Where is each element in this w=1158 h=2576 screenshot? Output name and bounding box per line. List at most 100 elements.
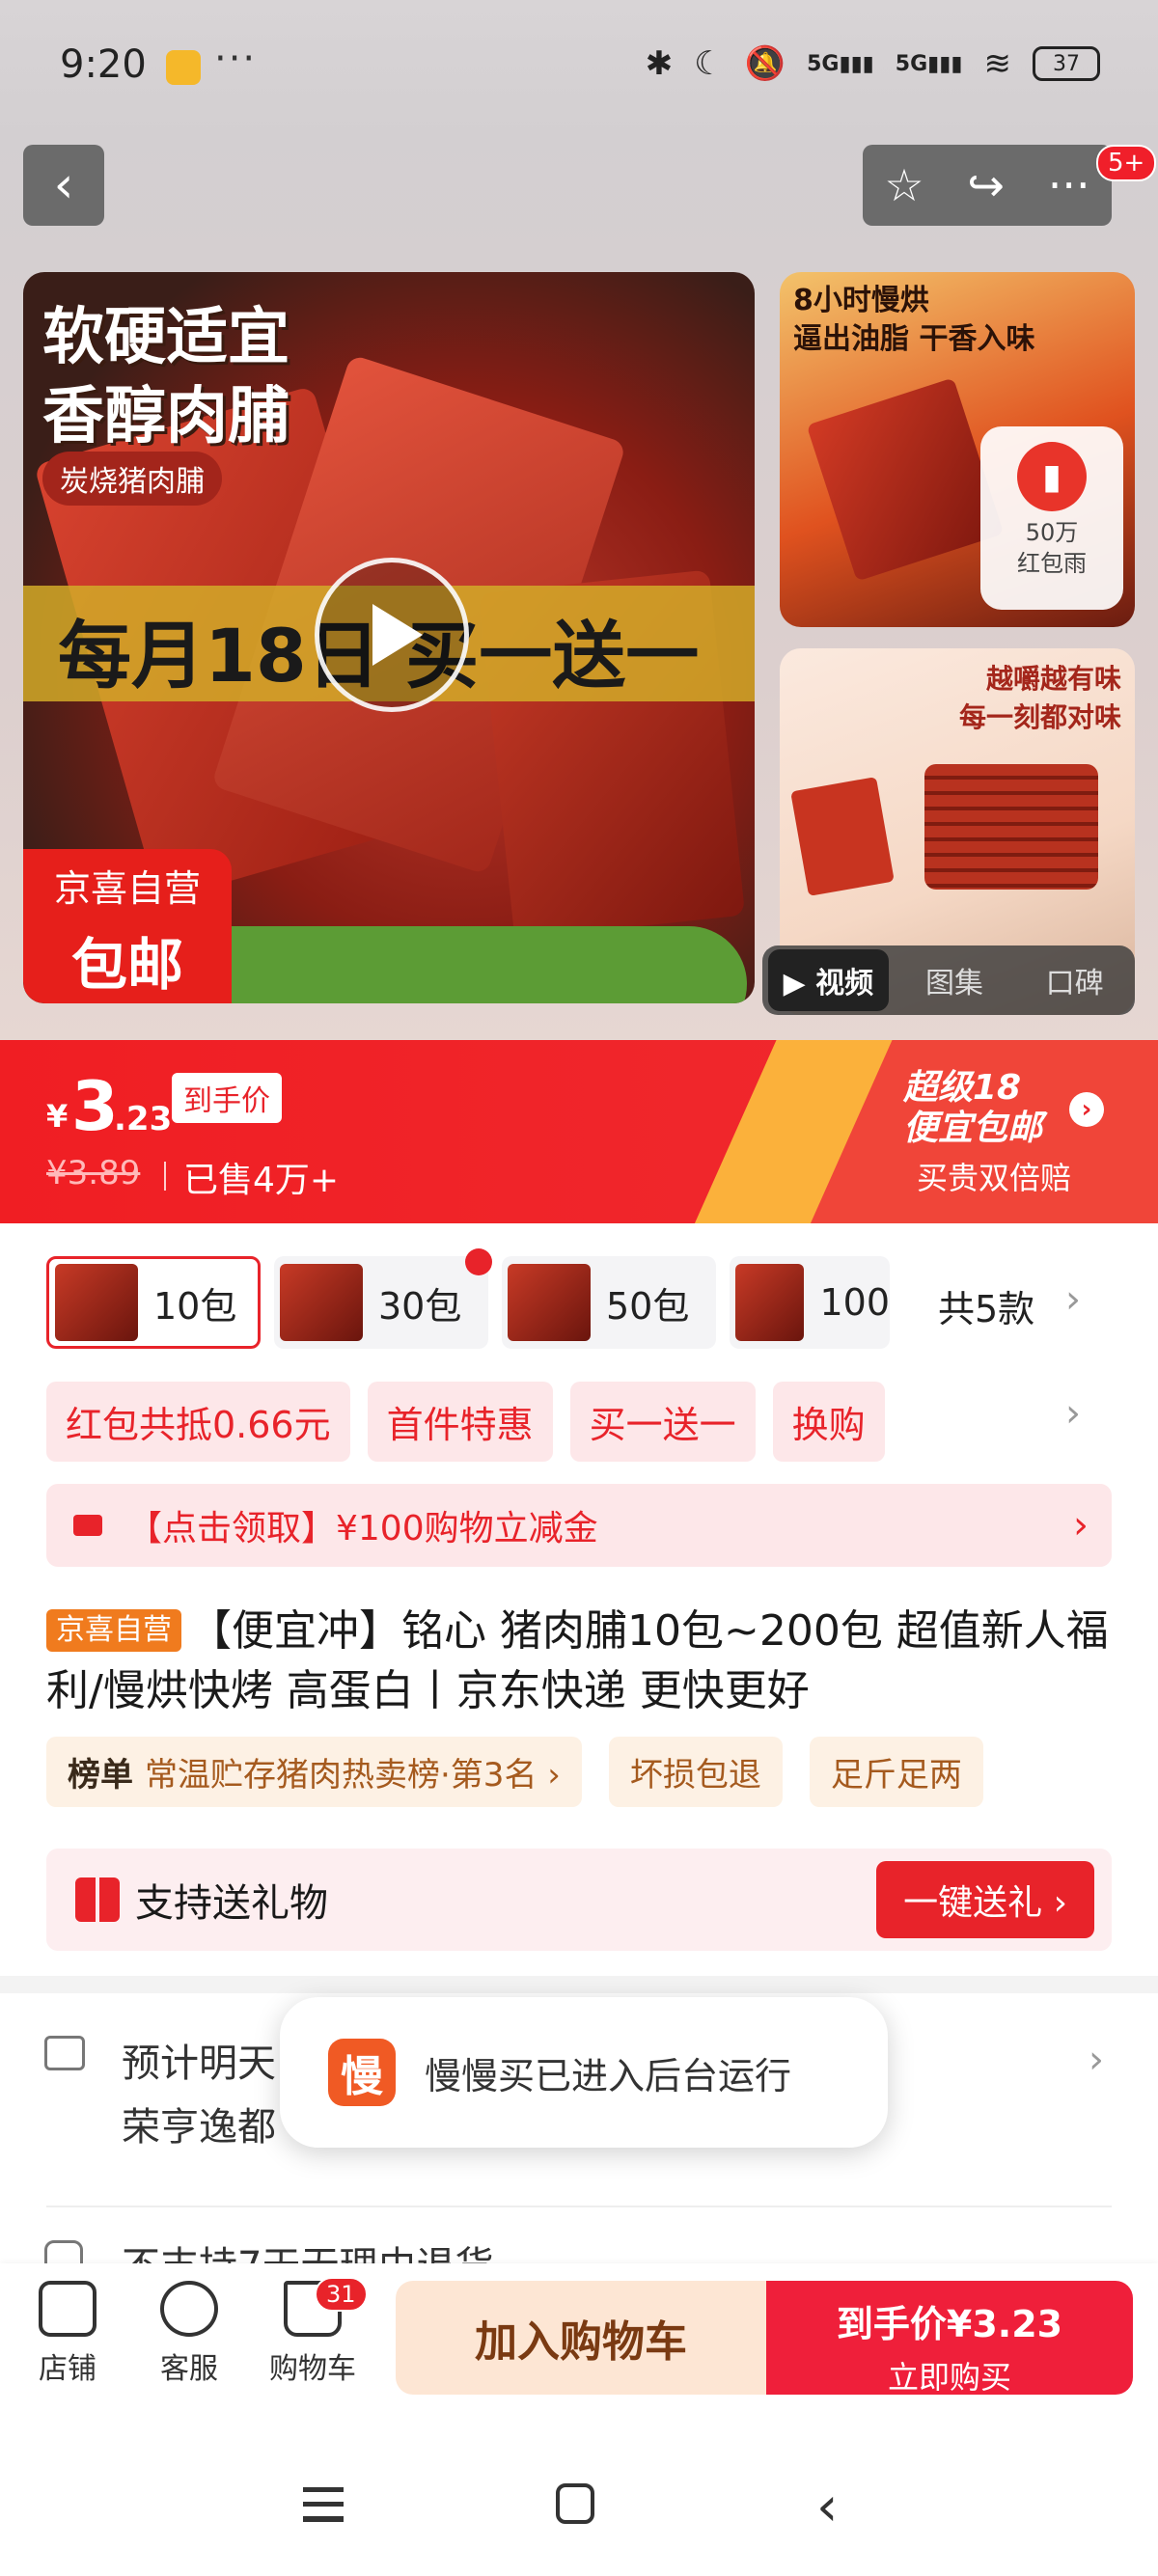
buy-label: 立即购买 (887, 2359, 1011, 2396)
signal-5g-icon: 5G▮▮▮ (895, 51, 963, 76)
side2-line2: 每一刻都对味 (958, 701, 1121, 733)
side2-line1: 越嚼越有味 (985, 663, 1121, 695)
service-tags: 榜单 常温贮存猪肉热卖榜·第3名 › 坏损包退 足斤足两 (46, 1737, 983, 1807)
customer-service-button[interactable]: 客服 (131, 2281, 247, 2387)
variant-thumbnail (280, 1264, 363, 1341)
variant-option[interactable]: 50包 (502, 1256, 716, 1349)
side-image-1[interactable]: 8小时慢烘 逼出油脂 干香入味 ▮ 50万 红包雨 (780, 272, 1135, 627)
gift-label: 支持送礼物 (135, 1881, 328, 1926)
ranking-text: 常温贮存猪肉热卖榜·第3名 › (145, 1756, 561, 1795)
play-icon (372, 604, 423, 666)
image-corner-badge: 京喜自营 包邮 (23, 849, 232, 1003)
store-icon (39, 2281, 96, 2337)
chevron-right-icon[interactable]: › (1065, 1277, 1081, 1322)
variant-option[interactable]: 10包 (46, 1256, 261, 1349)
status-icons: ✱ ☾ 🔕 5G▮▮▮ 5G▮▮▮ ≋ 37 (646, 44, 1100, 83)
badge-line2: 包邮 (70, 932, 183, 998)
back-icon[interactable]: ‹ (816, 2476, 838, 2538)
badge-line1: 京喜自营 (53, 867, 201, 910)
redpack-label: 红包雨 (1017, 550, 1087, 577)
variant-total[interactable]: 共5款 (938, 1279, 1034, 1332)
voucher-banner[interactable]: 【点击领取】¥100购物立减金 › (46, 1484, 1112, 1567)
buy-now-button[interactable]: 到手价¥3.23 立即购买 (766, 2281, 1133, 2396)
signal-5g-icon: 5G▮▮▮ (807, 51, 874, 76)
variant-thumbnail (55, 1264, 138, 1341)
variant-label: 100 (819, 1281, 890, 1324)
variant-label: 50包 (606, 1284, 690, 1328)
jerky-graphic (790, 777, 895, 896)
wifi-icon: ≋ (983, 44, 1012, 83)
status-time: 9:20 (60, 42, 147, 87)
side2-text: 越嚼越有味 每一刻都对味 (959, 660, 1121, 737)
header-actions: ☆ ↪ ··· (863, 145, 1112, 226)
bluetooth-icon: ✱ (645, 44, 674, 83)
red-packet-rain-widget[interactable]: ▮ 50万 红包雨 (980, 426, 1123, 610)
store-button[interactable]: 店铺 (10, 2281, 125, 2387)
notification-app-icon (166, 50, 201, 85)
truck-icon (44, 2036, 85, 2070)
coupon-chip[interactable]: 红包共抵0.66元 (46, 1382, 350, 1462)
cart-count-badge: 31 (315, 2277, 368, 2312)
more-options-icon[interactable]: ··· (1048, 159, 1090, 211)
variant-option[interactable]: 100 (730, 1256, 890, 1349)
side1-line2: 逼出油脂 干香入味 (793, 322, 1035, 356)
toast-text: 慢慢买已进入后台运行 (425, 2054, 792, 2097)
ranking-tag[interactable]: 榜单 常温贮存猪肉热卖榜·第3名 › (46, 1737, 582, 1807)
damage-refund-tag[interactable]: 坏损包退 (608, 1737, 783, 1807)
store-label: 店铺 (39, 2352, 96, 2386)
share-icon[interactable]: ↪ (967, 159, 1005, 211)
toast-notification: 慢 慢慢买已进入后台运行 (280, 1997, 888, 2148)
main-product-image[interactable]: 软硬适宜 香醇肉脯 炭烧猪肉脯 每月18日 买一送一 京喜自营 包邮 (23, 272, 755, 1003)
variant-option[interactable]: 30包 (274, 1256, 488, 1349)
divider (164, 1162, 166, 1191)
chevron-right-icon: › (1073, 1503, 1089, 1548)
tab-reviews[interactable]: 口碑 (1014, 959, 1135, 1001)
play-video-button[interactable] (315, 558, 469, 712)
battery-icon: 37 (1033, 46, 1100, 81)
mute-icon: 🔕 (744, 44, 786, 83)
delivery-estimate: 预计明天 (122, 2042, 276, 2086)
side1-line1: 8小时慢烘 (793, 284, 929, 317)
tab-video[interactable]: ▶ 视频 (768, 949, 889, 1011)
status-more-dots: ··· (214, 37, 258, 81)
side1-text: 8小时慢烘 逼出油脂 干香入味 (793, 282, 1034, 359)
add-to-cart-button[interactable]: 加入购物车 (396, 2281, 766, 2395)
variant-thumbnail (735, 1264, 805, 1341)
media-tabs: ▶ 视频 图集 口碑 (762, 945, 1135, 1015)
card-icon (73, 1515, 102, 1536)
menu-icon[interactable] (303, 2487, 344, 2522)
tab-gallery[interactable]: 图集 (895, 959, 1015, 1001)
price-integer: 3 (71, 1067, 119, 1146)
chevron-right-icon[interactable]: › (1069, 1092, 1104, 1127)
variant-label: 10包 (153, 1284, 237, 1328)
voucher-text: 【点击领取】¥100购物立减金 (127, 1509, 598, 1548)
favorite-star-icon[interactable]: ☆ (884, 159, 924, 211)
divider (46, 2206, 1112, 2207)
gift-icon (75, 1877, 120, 1922)
redpack-amount: 50万 (1025, 519, 1079, 546)
full-weight-tag[interactable]: 足斤足两 (809, 1737, 983, 1807)
product-title: 京喜自营 【便宜冲】铭心 猪肉脯10包~200包 超值新人福利/慢烘快烤 高蛋白丨… (46, 1602, 1112, 1721)
cart-label: 购物车 (269, 2352, 356, 2386)
variant-thumbnail (508, 1264, 591, 1341)
coupon-chip[interactable]: 买一送一 (569, 1382, 756, 1462)
promo-title-2[interactable]: 便宜包邮 (903, 1100, 1042, 1150)
chart-bars-icon: ▮ (1017, 442, 1087, 511)
home-icon[interactable] (556, 2483, 594, 2524)
product-title-text: 【便宜冲】铭心 猪肉脯10包~200包 超值新人福利/慢烘快烤 高蛋白丨京东快递… (46, 1606, 1109, 1715)
image-subtag: 炭烧猪肉脯 (42, 452, 222, 506)
sold-count: 已售4万+ (183, 1161, 340, 1200)
coupon-chip[interactable]: 换购 (772, 1382, 885, 1462)
price-decimal: .23 (114, 1100, 173, 1138)
back-button[interactable]: ‹ (23, 145, 104, 226)
jerky-stack-graphic (924, 764, 1098, 890)
jerky-graphic (806, 377, 1005, 582)
smiley-icon (160, 2281, 218, 2337)
send-gift-button[interactable]: 一键送礼 › (876, 1861, 1094, 1938)
variant-label: 30包 (378, 1284, 462, 1328)
chevron-right-icon[interactable]: › (1089, 2038, 1104, 2082)
chevron-right-icon[interactable]: › (1065, 1391, 1081, 1436)
coupon-chip[interactable]: 首件特惠 (367, 1382, 553, 1462)
price-currency: ¥ (46, 1098, 69, 1135)
new-indicator-dot (465, 1248, 492, 1275)
